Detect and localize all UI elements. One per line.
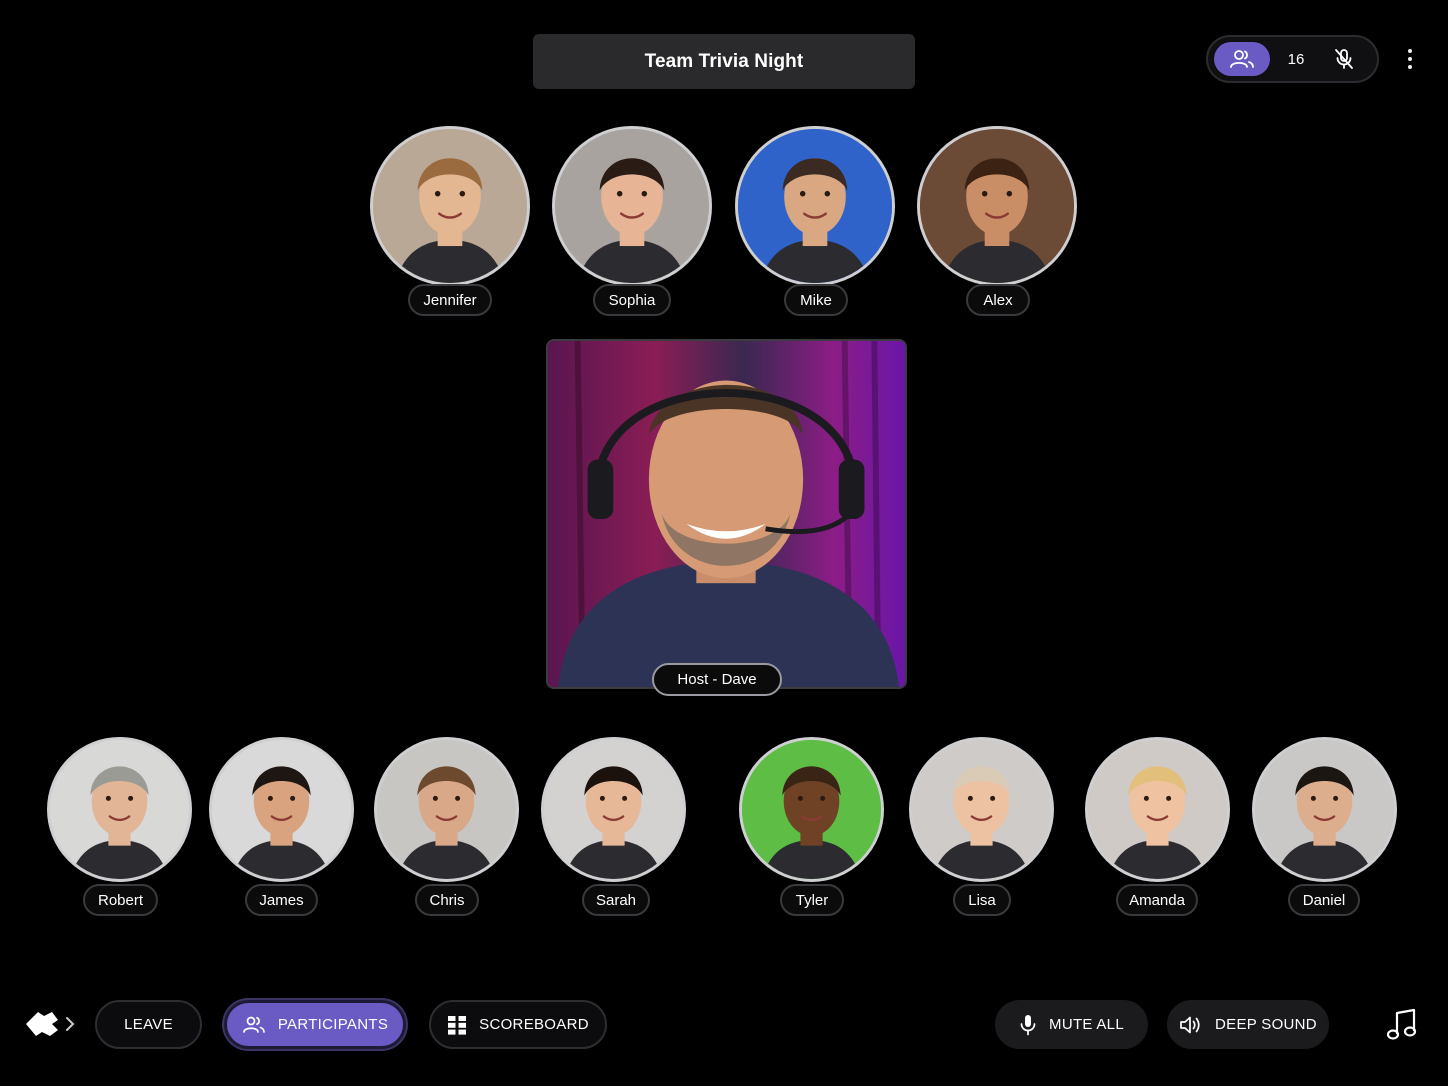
participant-name: Chris [415, 884, 479, 916]
scoreboard-label: SCOREBOARD [479, 1016, 589, 1033]
avatar [209, 737, 354, 882]
avatar [917, 126, 1077, 286]
participant-name: Amanda [1116, 884, 1198, 916]
participant-name: Lisa [953, 884, 1011, 916]
participants-button[interactable]: PARTICIPANTS [224, 1000, 406, 1049]
avatar [739, 737, 884, 882]
meeting-stage: Team Trivia Night 16 Jennifer Sophia Mik… [0, 0, 1448, 1086]
portrait-image [738, 129, 892, 283]
portrait-image [912, 740, 1051, 879]
mic-toggle[interactable] [1322, 47, 1366, 71]
deep-sound-button[interactable]: DEEP SOUND [1167, 1000, 1329, 1049]
status-pill: 16 [1206, 35, 1379, 83]
participant-name: Jennifer [408, 284, 492, 316]
avatar [374, 737, 519, 882]
avatar [541, 737, 686, 882]
people-icon [242, 1016, 265, 1033]
mute-all-button[interactable]: MUTE ALL [995, 1000, 1148, 1049]
people-icon [1230, 50, 1254, 68]
avatar [47, 737, 192, 882]
app-logo-icon[interactable] [22, 1006, 60, 1042]
avatar [735, 126, 895, 286]
leave-button[interactable]: LEAVE [95, 1000, 202, 1049]
participant-name: Sophia [593, 284, 671, 316]
mic-off-icon [1335, 49, 1353, 69]
portrait-image [1088, 740, 1227, 879]
portrait-image [1255, 740, 1394, 879]
participant-name: Sarah [582, 884, 650, 916]
speaker-icon [1180, 1016, 1200, 1033]
participants-label: PARTICIPANTS [277, 1016, 389, 1033]
grid-icon [448, 1015, 467, 1035]
mute-all-label: MUTE ALL [1049, 1016, 1124, 1033]
avatar [370, 126, 530, 286]
portrait-image [544, 740, 683, 879]
more-vertical-icon[interactable] [1398, 44, 1422, 74]
portrait-image [212, 740, 351, 879]
meeting-title: Team Trivia Night [533, 34, 915, 89]
portrait-image [555, 129, 709, 283]
avatar [909, 737, 1054, 882]
participant-name: Daniel [1288, 884, 1360, 916]
participant-name: Alex [966, 284, 1030, 316]
microphone-icon [1020, 1014, 1036, 1035]
portrait-image [920, 129, 1074, 283]
host-video[interactable] [546, 339, 907, 689]
participants-toggle[interactable] [1214, 42, 1270, 76]
portrait-image [50, 740, 189, 879]
avatar [1252, 737, 1397, 882]
music-note-icon[interactable] [1386, 1008, 1418, 1042]
participant-name: Robert [83, 884, 158, 916]
participant-count: 16 [1287, 50, 1305, 68]
deep-sound-label: DEEP SOUND [1215, 1016, 1317, 1033]
chevron-right-icon[interactable] [63, 1014, 77, 1034]
host-video-feed [548, 341, 905, 687]
avatar [552, 126, 712, 286]
participant-name: Mike [784, 284, 848, 316]
portrait-image [742, 740, 881, 879]
scoreboard-button[interactable]: SCOREBOARD [429, 1000, 607, 1049]
portrait-image [377, 740, 516, 879]
participant-name: James [245, 884, 318, 916]
leave-label: LEAVE [124, 1016, 173, 1033]
participant-name: Tyler [780, 884, 844, 916]
portrait-image [373, 129, 527, 283]
host-label: Host - Dave [652, 663, 782, 696]
avatar [1085, 737, 1230, 882]
